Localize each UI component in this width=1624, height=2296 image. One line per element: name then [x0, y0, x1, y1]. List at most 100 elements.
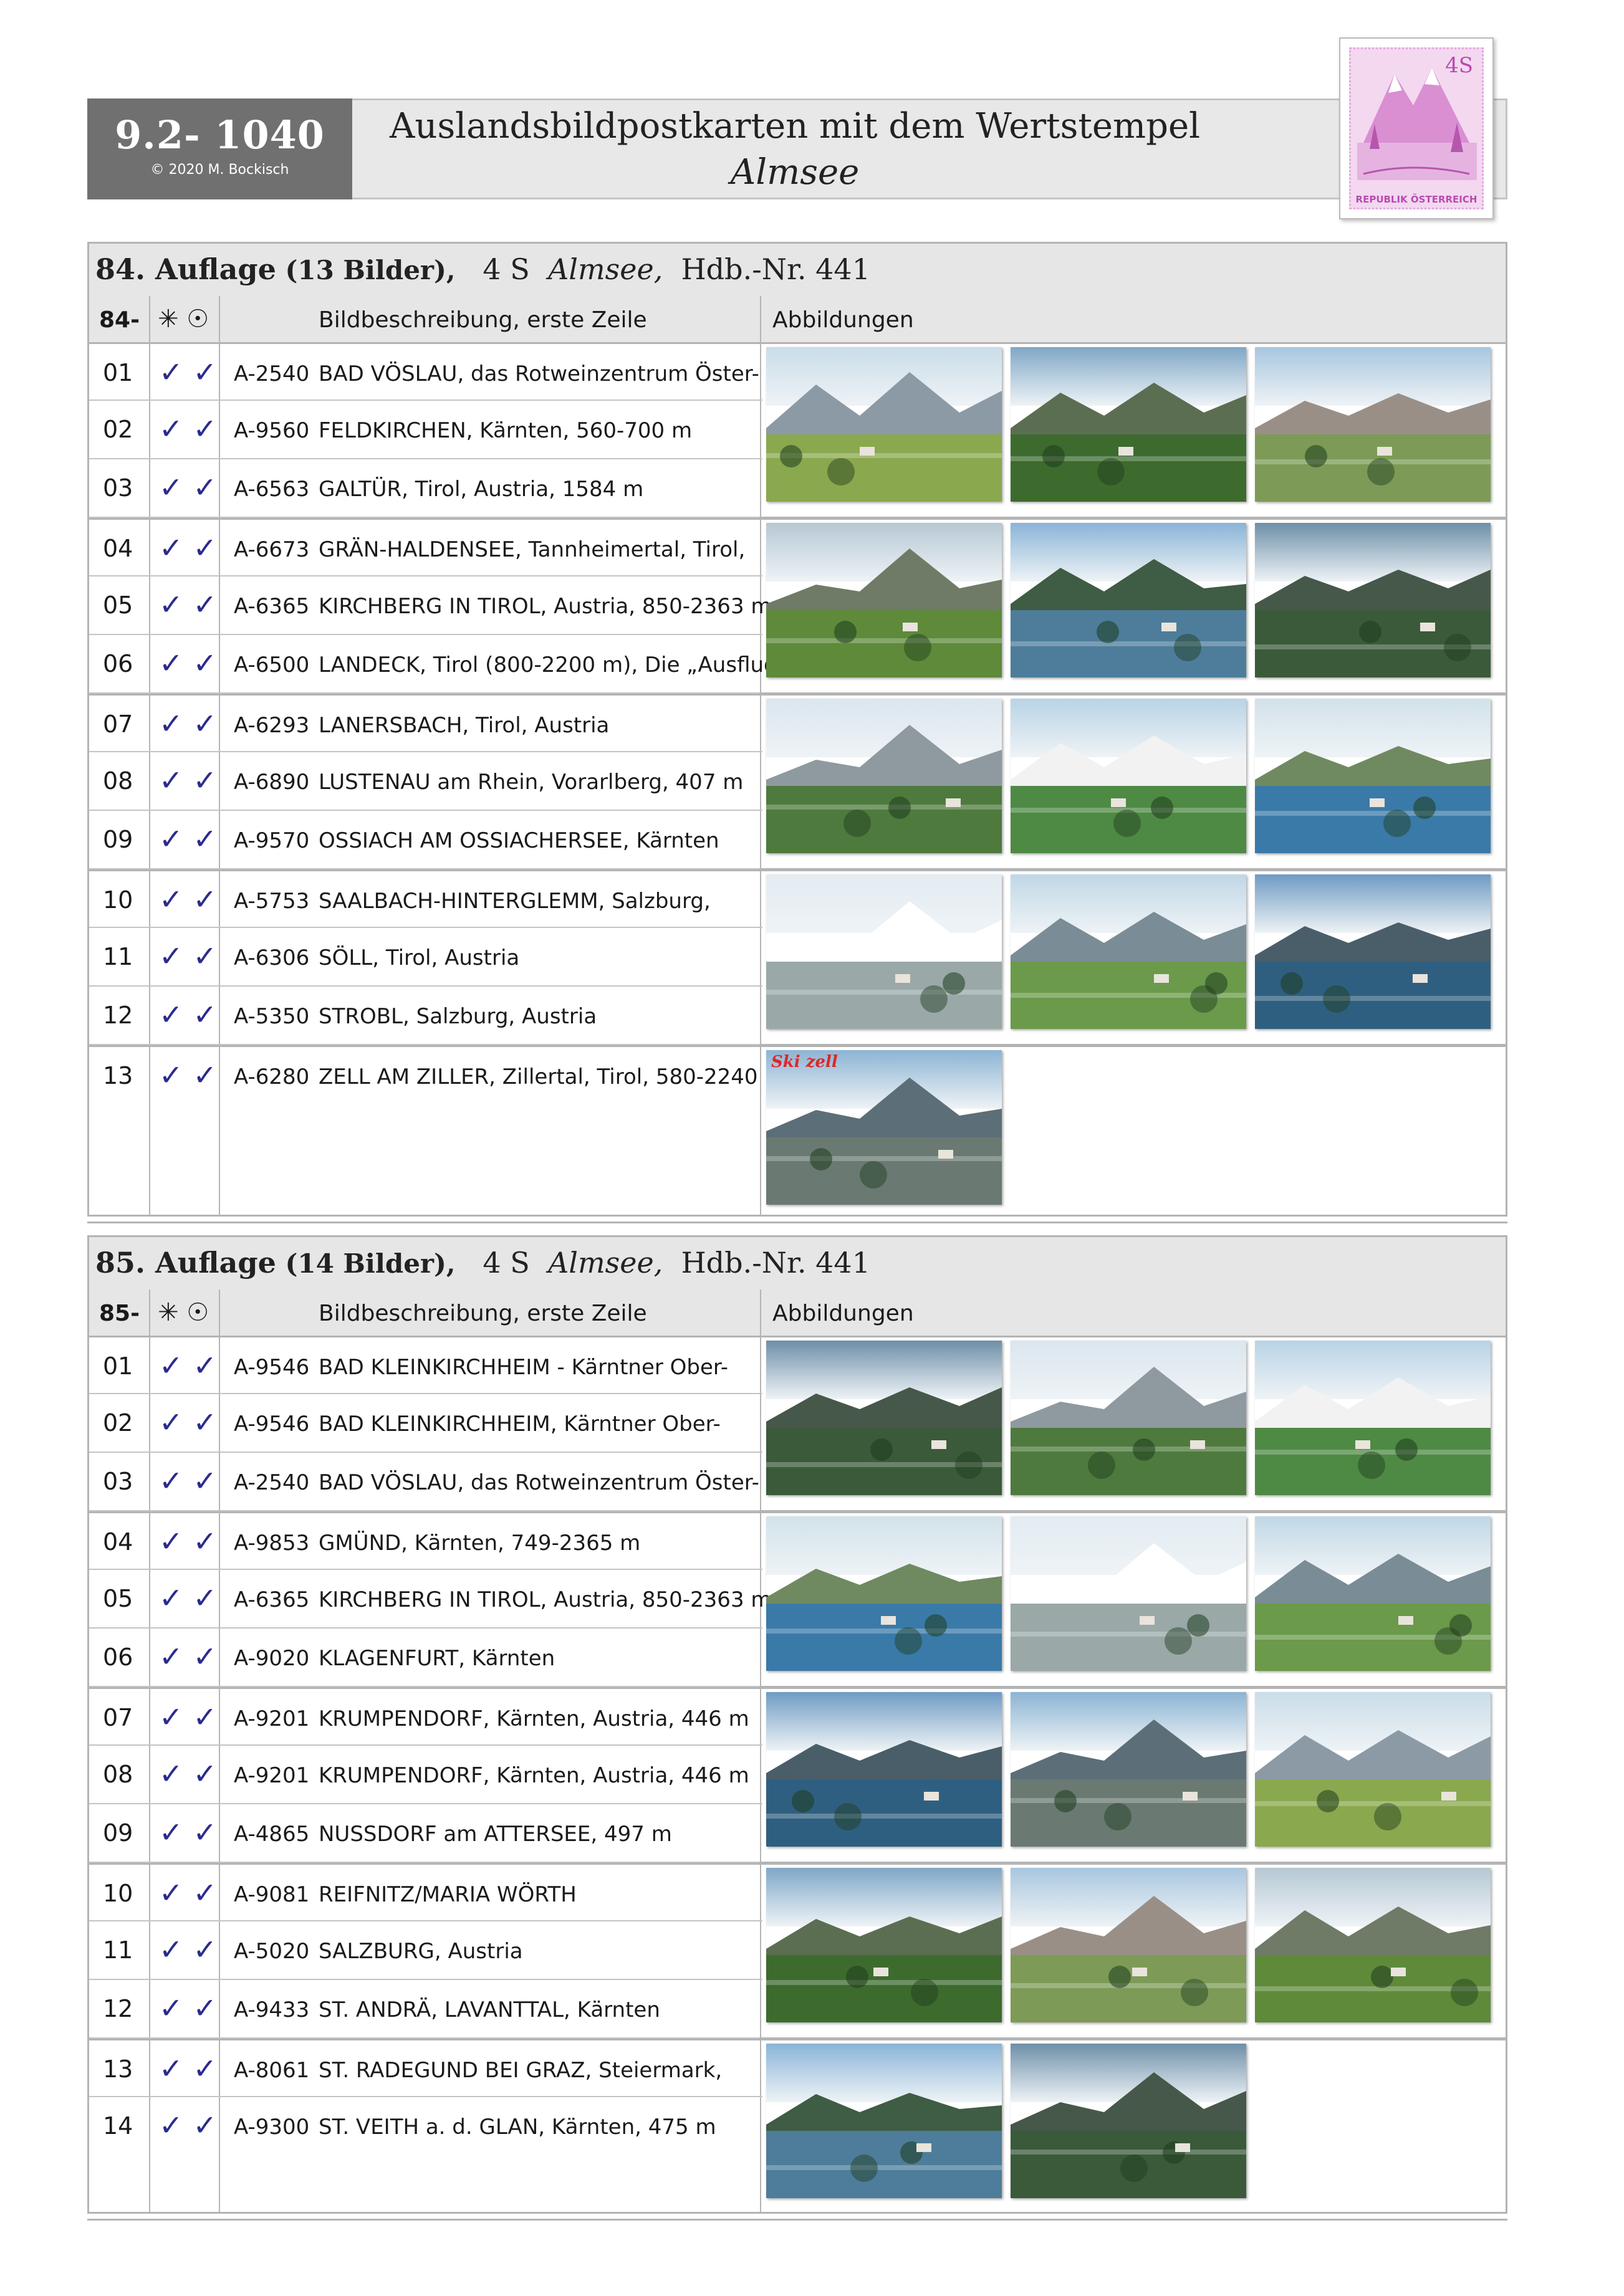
check-marks: ✓✓: [159, 1700, 228, 1734]
row-description: NUSSDORF am ATTERSEE, 497 m: [319, 1822, 672, 1847]
row-number: 05: [103, 591, 133, 619]
check-marks: ✓✓: [159, 1640, 228, 1673]
postcard-thumbnail: [766, 523, 1002, 677]
row-description: BAD KLEINKIRCHHEIM, Kärntner Ober-: [319, 1412, 721, 1437]
row-number: 06: [103, 1643, 133, 1671]
check-marks: ✓✓: [159, 531, 228, 565]
check-marks: ✓✓: [159, 2052, 228, 2085]
thumbnail-area: Ski zell: [760, 342, 1506, 1215]
row-number: 01: [103, 1352, 133, 1380]
postcard-thumbnail: [1255, 347, 1491, 502]
row-number: 10: [103, 1880, 133, 1907]
table-row: 07 ✓✓ A-6293 LANERSBACH, Tirol, Austria: [89, 694, 762, 752]
row-description: FELDKIRCHEN, Kärnten, 560-700 m: [319, 418, 693, 443]
check-marks: ✓✓: [159, 1058, 228, 1092]
row-description: OSSIACH AM OSSIACHERSEE, Kärnten: [319, 828, 719, 853]
table-row: 12 ✓✓ A-9433 ST. ANDRÄ, LAVANTTAL, Kärnten: [89, 1980, 762, 2039]
description-header: Bildbeschreibung, erste Zeile: [319, 1301, 647, 1326]
check-marks: ✓✓: [159, 883, 228, 916]
table-row: 12 ✓✓ A-5350 STROBL, Salzburg, Austria: [89, 987, 762, 1045]
section-title: 84. Auflage (13 Bilder), 4 S Almsee, Hdb…: [95, 252, 870, 286]
edition-85-table: 85. Auflage (14 Bilder), 4 S Almsee, Hdb…: [87, 1235, 1507, 2214]
postcard-thumbnail: [766, 699, 1002, 853]
table-row: 01 ✓✓ A-9546 BAD KLEINKIRCHHEIM - Kärntner …: [89, 1336, 762, 1394]
row-number: 01: [103, 359, 133, 386]
check-marks: ✓✓: [159, 1464, 228, 1498]
row-description: LANERSBACH, Tirol, Austria: [319, 713, 610, 738]
row-description: ST. RADEGUND BEI GRAZ, Steiermark,: [319, 2058, 723, 2083]
row-number: 04: [103, 1528, 133, 1556]
row-description: BAD VÖSLAU, das Rotweinzentrum Öster-: [319, 1470, 759, 1495]
postal-code: A-9433: [234, 1997, 310, 2022]
column-header-row: 84- ✳ ☉ Bildbeschreibung, erste Zeile Ab…: [89, 296, 1506, 341]
postal-code: A-2540: [234, 361, 310, 386]
table-row: 10 ✓✓ A-9081 REIFNITZ/MARIA WÖRTH: [89, 1863, 762, 1921]
table-row: 04 ✓✓ A-6673 GRÄN-HALDENSEE, Tannheimertal,…: [89, 518, 762, 576]
row-number: 04: [103, 535, 133, 562]
stamp-value: 4S: [1445, 53, 1473, 78]
postcard-thumbnail: [1011, 1692, 1246, 1847]
postal-code: A-8061: [234, 2058, 310, 2083]
table-row: 06 ✓✓ A-9020 KLAGENFURT, Kärnten: [89, 1629, 762, 1687]
table-row: 05 ✓✓ A-6365 KIRCHBERG IN TIROL, Austria, 8…: [89, 1570, 772, 1629]
check-marks: ✓✓: [159, 1991, 228, 2025]
description-header: Bildbeschreibung, erste Zeile: [319, 307, 647, 333]
row-description: BAD KLEINKIRCHHEIM - Kärntner Ober-: [319, 1355, 728, 1380]
row-number: 14: [103, 2112, 133, 2140]
postal-code: A-9570: [234, 828, 310, 853]
postcard-thumbnail: [766, 1341, 1002, 1495]
page-subtitle: Almsee: [730, 152, 860, 193]
check-marks: ✓✓: [159, 763, 228, 797]
postcard-thumbnail: [766, 347, 1002, 502]
images-header: Abbildungen: [772, 307, 914, 333]
postal-code: A-2540: [234, 1470, 310, 1495]
row-number: 10: [103, 886, 133, 914]
postcard-thumbnail: [1255, 1341, 1491, 1495]
postcard-thumbnail: [1011, 1341, 1246, 1495]
stamp-country: REPUBLIK ÖSTERREICH: [1355, 194, 1477, 205]
row-description: ST. ANDRÄ, LAVANTTAL, Kärnten: [319, 1997, 660, 2022]
check-marks: ✓✓: [159, 1876, 228, 1910]
check-marks: ✓✓: [159, 939, 228, 973]
column-header-row: 85- ✳ ☉ Bildbeschreibung, erste Zeile Ab…: [89, 1289, 1506, 1334]
row-description: SALZBURG, Austria: [319, 1939, 523, 1964]
row-number: 09: [103, 826, 133, 853]
row-number: 03: [103, 474, 133, 502]
row-description: KIRCHBERG IN TIROL, Austria, 850-2363 m: [319, 594, 772, 619]
page-code-box: 9.2- 1040 © 2020 M. Bockisch: [87, 98, 352, 199]
postcard-thumbnail: [1011, 1868, 1246, 2022]
postcard-thumbnail: [1011, 699, 1246, 853]
row-description: SAALBACH-HINTERGLEMM, Salzburg,: [319, 889, 711, 914]
row-description: KRUMPENDORF, Kärnten, Austria, 446 m: [319, 1763, 749, 1788]
table-row: 03 ✓✓ A-2540 BAD VÖSLAU, das Rotweinzentrum…: [89, 1453, 762, 1511]
postal-code: A-9201: [234, 1706, 310, 1731]
section-header: 84. Auflage (13 Bilder), 4 S Almsee, Hdb…: [89, 244, 1506, 344]
postal-code: A-4865: [234, 1822, 310, 1847]
table-row: 11 ✓✓ A-6306 SÖLL, Tirol, Austria: [89, 928, 762, 987]
thumbnail-logo-text: Ski zell: [771, 1053, 838, 1071]
row-description: KLAGENFURT, Kärnten: [319, 1646, 555, 1671]
row-number: 12: [103, 1002, 133, 1029]
check-marks: ✓✓: [159, 1405, 228, 1439]
row-description: KRUMPENDORF, Kärnten, Austria, 446 m: [319, 1706, 749, 1731]
row-description: GMÜND, Kärnten, 749-2365 m: [319, 1531, 641, 1556]
row-description: SÖLL, Tirol, Austria: [319, 945, 520, 970]
postal-code: A-9546: [234, 1412, 310, 1437]
postal-code: A-9300: [234, 2115, 310, 2140]
row-number: 12: [103, 1995, 133, 2022]
row-description: BAD VÖSLAU, das Rotweinzentrum Öster-: [319, 361, 759, 386]
row-description: GALTÜR, Tirol, Austria, 1584 m: [319, 477, 644, 502]
postal-code: A-6365: [234, 1587, 310, 1612]
row-list: 01 ✓✓ A-2540 BAD VÖSLAU, das Rotweinzentrum…: [89, 342, 796, 1221]
postcard-thumbnail: [1255, 1516, 1491, 1671]
section-header: 85. Auflage (14 Bilder), 4 S Almsee, Hdb…: [89, 1237, 1506, 1337]
check-marks: ✓✓: [159, 588, 228, 621]
postal-code: A-9020: [234, 1646, 310, 1671]
check-marks: ✓✓: [159, 1757, 228, 1791]
postcard-thumbnail: [1255, 874, 1491, 1029]
postcard-thumbnail: [1011, 1516, 1246, 1671]
check-marks: ✓✓: [159, 1815, 228, 1849]
postal-code: A-6673: [234, 537, 310, 562]
check-marks: ✓✓: [159, 707, 228, 740]
row-number: 03: [103, 1468, 133, 1495]
